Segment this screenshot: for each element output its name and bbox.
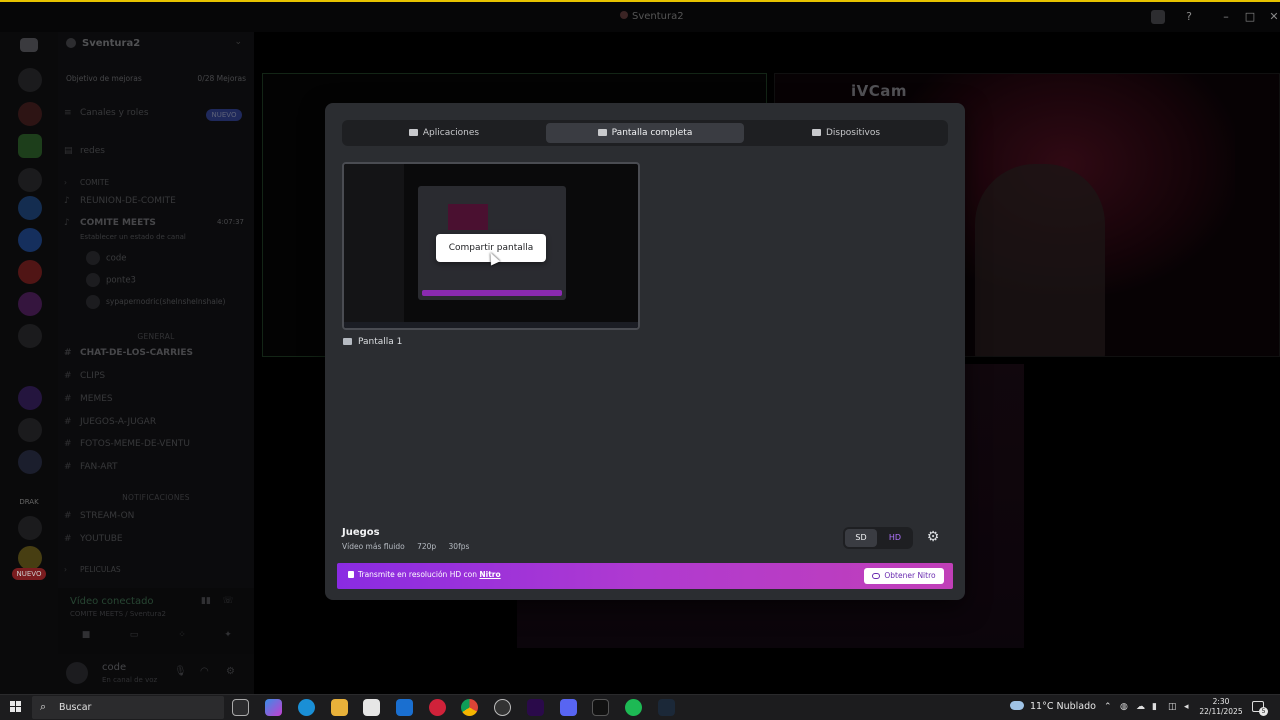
microphone-tray-icon[interactable]: ▮ [1152, 702, 1157, 712]
nitro-upsell-bar: Transmite en resolución HD con Nitro Obt… [337, 563, 953, 589]
server-icon[interactable] [18, 134, 42, 158]
server-icon[interactable] [18, 292, 42, 316]
preview-taskbar [344, 322, 638, 328]
search-placeholder: Buscar [59, 702, 92, 713]
get-nitro-button[interactable]: Obtener Nitro [864, 568, 944, 584]
inbox-icon[interactable] [1151, 10, 1165, 24]
server-icon[interactable] [18, 546, 42, 570]
github-icon[interactable] [494, 699, 511, 716]
screen-source-label: Pantalla 1 [343, 337, 402, 347]
premiere-icon[interactable] [527, 699, 544, 716]
quality-sd-option[interactable]: SD [845, 529, 877, 547]
network-icon[interactable]: ◫ [1168, 702, 1177, 712]
cloud-sync-icon[interactable]: ☁ [1136, 702, 1145, 712]
tab-aplicaciones[interactable]: Aplicaciones [345, 123, 543, 143]
weather-widget[interactable]: 11°C Nublado [1010, 701, 1096, 712]
server-icon[interactable] [18, 228, 42, 252]
nitro-text: Transmite en resolución HD con [358, 570, 477, 579]
server-icon[interactable] [18, 260, 42, 284]
maximize-button[interactable]: □ [1242, 10, 1258, 23]
clock-time: 2:30 [1212, 697, 1230, 706]
opera-icon[interactable] [429, 699, 446, 716]
search-icon: ⌕ [40, 700, 47, 713]
preview-sidebar [344, 164, 404, 324]
server-icon[interactable] [18, 386, 42, 410]
lock-icon [348, 571, 354, 578]
edge-icon[interactable] [298, 699, 315, 716]
tab-label: Dispositivos [825, 128, 881, 138]
server-icon[interactable] [18, 102, 42, 126]
preset-title: Juegos [342, 527, 380, 538]
screen-name: Pantalla 1 [358, 337, 403, 347]
tab-pantalla-completa[interactable]: Pantalla completa [546, 123, 744, 143]
minimize-button[interactable]: – [1218, 10, 1234, 23]
server-icon[interactable] [18, 418, 42, 442]
discord-home-icon[interactable] [20, 38, 38, 52]
preview-highlight [448, 204, 488, 230]
terminal-icon[interactable] [592, 699, 609, 716]
title-bar: Sventura2 ? – □ ✕ [0, 0, 1280, 32]
nitro-link[interactable]: Nitro [479, 570, 500, 579]
screen-share-modal: Aplicaciones Pantalla completa Dispositi… [325, 103, 965, 600]
notification-icon[interactable]: 5 [1252, 701, 1268, 716]
preset-details: Vídeo más fluido 720p 30fps [342, 542, 479, 551]
mail-icon[interactable] [396, 699, 413, 716]
file-explorer-icon[interactable] [331, 699, 348, 716]
discord-window: Sventura2 ? – □ ✕ DRAK NUEVO Sventura2 ⌄… [0, 0, 1280, 694]
monitor-icon [343, 338, 352, 345]
windows-start-icon[interactable] [10, 701, 22, 713]
copilot-icon[interactable] [265, 699, 282, 716]
server-icon[interactable] [18, 450, 42, 474]
spotify-icon[interactable] [625, 699, 642, 716]
taskbar-clock[interactable]: 2:30 22/11/2025 [1196, 697, 1246, 717]
store-icon[interactable] [363, 699, 380, 716]
rail-new-badge: NUEVO [12, 568, 46, 580]
chrome-icon[interactable] [461, 699, 478, 716]
settings-gear-icon[interactable]: ⚙ [925, 529, 941, 545]
apps-icon [408, 129, 418, 136]
help-icon[interactable]: ? [1181, 10, 1197, 23]
preset-description: Vídeo más fluido [342, 542, 405, 551]
window-title: Sventura2 [620, 11, 684, 22]
notification-count: 5 [1259, 707, 1268, 716]
clock-date: 22/11/2025 [1199, 707, 1243, 716]
task-view-icon[interactable] [232, 699, 249, 716]
share-screen-button[interactable]: Compartir pantalla [436, 234, 546, 266]
volume-icon[interactable]: ◂ [1184, 702, 1189, 712]
windows-taskbar: ⌕ Buscar 11°C Nublado ⌃ ◍ ☁ ▮ ◫ ◂ 2:30 2… [0, 694, 1280, 720]
quality-toggle: SD HD [843, 527, 913, 549]
server-icon[interactable] [18, 68, 42, 92]
server-icon[interactable] [18, 516, 42, 540]
taskbar-search[interactable]: ⌕ Buscar [32, 696, 224, 719]
monitor-icon [597, 129, 607, 136]
discord-icon[interactable] [560, 699, 577, 716]
close-button[interactable]: ✕ [1266, 10, 1280, 23]
tab-dispositivos[interactable]: Dispositivos [747, 123, 945, 143]
preset-resolution: 720p [417, 542, 437, 551]
preview-nitro-bar [422, 290, 562, 296]
server-icon[interactable] [18, 168, 42, 192]
preset-fps: 30fps [448, 542, 470, 551]
steam-icon[interactable] [658, 699, 675, 716]
tab-label: Pantalla completa [611, 128, 693, 138]
get-nitro-label: Obtener Nitro [884, 571, 936, 580]
rail-folder-label: DRAK [19, 498, 39, 506]
chevron-up-icon[interactable]: ⌃ [1104, 702, 1112, 712]
server-icon[interactable] [18, 196, 42, 220]
camera-icon [811, 129, 821, 136]
tab-label: Aplicaciones [422, 128, 480, 138]
server-rail: DRAK NUEVO [0, 32, 58, 694]
server-icon[interactable] [18, 324, 42, 348]
tray-app-icon[interactable]: ◍ [1120, 702, 1128, 712]
weather-text: 11°C Nublado [1030, 701, 1096, 712]
cloud-icon [1010, 701, 1024, 710]
quality-hd-option[interactable]: HD [879, 529, 911, 547]
nitro-upsell-text: Transmite en resolución HD con Nitro [358, 570, 501, 579]
source-tabs: Aplicaciones Pantalla completa Dispositi… [342, 120, 948, 146]
nitro-icon [872, 573, 881, 579]
